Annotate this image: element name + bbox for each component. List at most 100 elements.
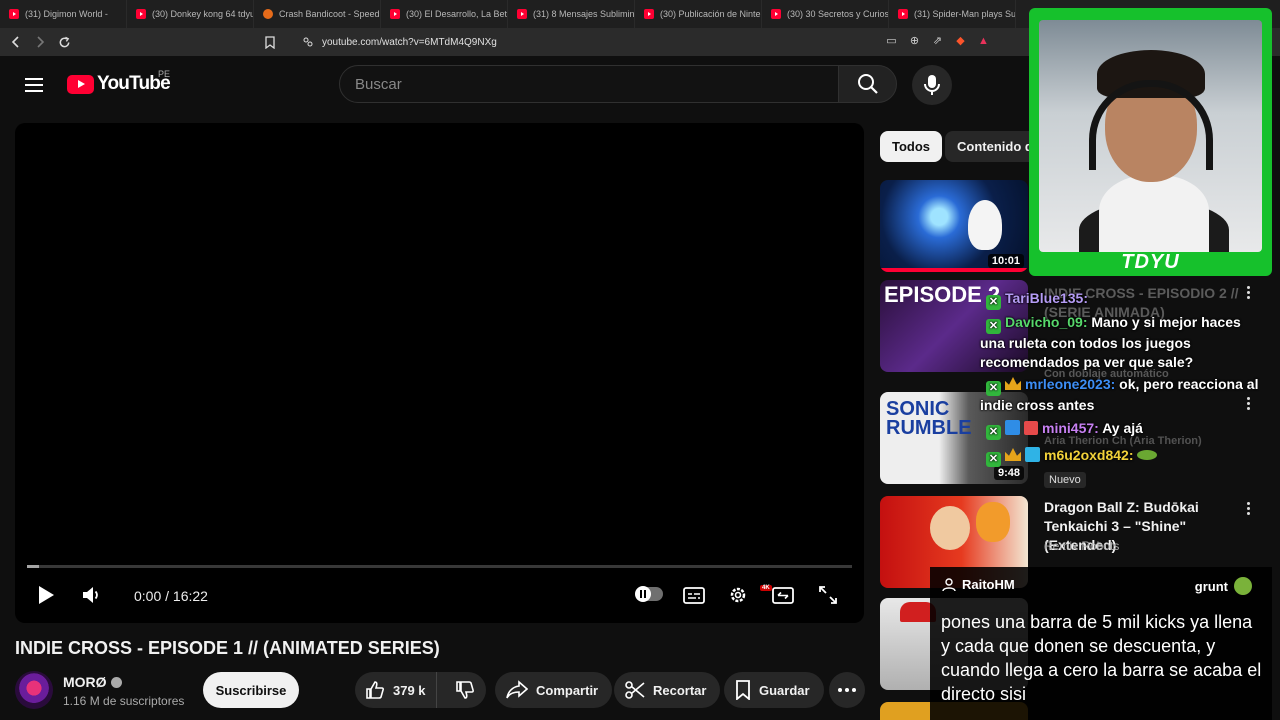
more-dots-icon	[838, 688, 856, 692]
screen: (31) Digimon World - (30) Donkey kong 64…	[0, 0, 1280, 720]
bookmark-icon[interactable]	[264, 35, 276, 49]
video-player[interactable]: 0:00 / 16:22 4K	[15, 123, 864, 623]
youtube-favicon-icon	[771, 9, 781, 19]
volume-button[interactable]	[80, 583, 104, 607]
search-button[interactable]	[838, 65, 897, 103]
chat-text: Ay ajá	[1102, 420, 1143, 436]
chat-username: mini457:	[1042, 420, 1099, 436]
user-icon	[942, 577, 956, 591]
progress-played	[27, 565, 39, 568]
card-tag-text: grunt	[1194, 578, 1228, 594]
chip-content[interactable]: Contenido d	[945, 131, 1040, 162]
miniplayer-icon	[772, 586, 794, 604]
brave-shield-icon[interactable]: ◆	[953, 33, 968, 48]
youtube-favicon-icon	[9, 9, 19, 19]
search-input[interactable]: Buscar	[339, 65, 839, 103]
recommended-thumbnail[interactable]: 10:01	[880, 180, 1028, 272]
tab-label: Crash Bandicoot - Speedr	[279, 9, 381, 19]
chat-username: mrleone2023:	[1025, 376, 1116, 392]
menu-icon[interactable]	[22, 73, 46, 97]
browser-tab[interactable]: (31) Spider-Man plays Sup	[889, 0, 1016, 28]
rabbit-figure	[968, 200, 1002, 250]
browser-tab[interactable]: (30) Donkey kong 64 tdyu	[127, 0, 254, 28]
tab-label: (30) 30 Secretos y Curiosic	[787, 9, 889, 19]
save-button[interactable]: Guardar	[724, 672, 824, 708]
time-display: 0:00 / 16:22	[134, 588, 208, 604]
browser-tab[interactable]: (30) 30 Secretos y Curiosic	[762, 0, 889, 28]
progress-bar[interactable]	[27, 565, 852, 568]
miniplayer-button[interactable]	[771, 583, 795, 607]
scissors-icon	[625, 681, 645, 699]
youtube-favicon-icon	[390, 9, 400, 19]
browser-tab[interactable]: Crash Bandicoot - Speedr	[254, 0, 381, 28]
chat-message: ✕ mrleone2023: ok, pero reacciona al indi…	[980, 375, 1264, 415]
browser-tab[interactable]: (30) Publicación de Ninter	[635, 0, 762, 28]
volume-icon	[83, 587, 98, 603]
youtube-favicon-icon	[517, 9, 527, 19]
webcam-feed	[1039, 20, 1262, 252]
video-title: INDIE CROSS - EPISODE 1 // (ANIMATED SER…	[15, 638, 440, 658]
clip-button[interactable]: Recortar	[614, 672, 721, 708]
chat-message: ✕ TariBlue135:	[980, 289, 1264, 310]
streamer-webcam: TDYU	[1029, 8, 1272, 276]
reload-button[interactable]	[54, 32, 74, 52]
subtitles-button[interactable]	[682, 583, 706, 607]
forward-button[interactable]	[30, 32, 50, 52]
tab-label: (31) 8 Mensajes Sublimina	[533, 9, 635, 19]
recommended-channel[interactable]: Remix Robots	[1044, 539, 1119, 553]
card-message: pones una barra de 5 mil kicks ya llena …	[941, 612, 1262, 704]
kick-badge-icon: ✕	[986, 381, 1001, 396]
microphone-icon	[924, 75, 940, 95]
autoplay-toggle[interactable]	[635, 586, 663, 602]
browser-tab[interactable]: (31) 8 Mensajes Sublimina	[508, 0, 635, 28]
youtube-favicon-icon	[644, 9, 654, 19]
chip-all[interactable]: Todos	[880, 131, 943, 162]
reload-icon	[59, 36, 69, 47]
youtube-favicon-icon	[898, 9, 908, 19]
video-duration: 9:48	[993, 466, 1024, 480]
play-button[interactable]	[35, 583, 57, 607]
share-button[interactable]: Compartir	[495, 672, 613, 708]
forward-arrow-icon	[37, 36, 45, 48]
settings-button[interactable]	[726, 583, 750, 607]
rewards-icon[interactable]: ▲	[976, 33, 991, 48]
like-button[interactable]: 379 k	[355, 672, 437, 708]
zoom-icon[interactable]: ⊕	[907, 33, 922, 48]
frog-emote-icon	[1137, 450, 1158, 460]
voice-search-button[interactable]	[912, 65, 952, 105]
chat-username: TariBlue135:	[1005, 290, 1088, 306]
share-arrow-icon	[506, 680, 528, 699]
chat-username: m6u2oxd842:	[1044, 447, 1134, 463]
channel-name[interactable]: MORØ	[63, 674, 107, 690]
channel-name-row[interactable]: MORØ	[63, 674, 122, 690]
site-info-icon[interactable]	[302, 36, 314, 48]
browser-tab[interactable]: (31) Digimon World -	[0, 0, 127, 28]
dislike-button[interactable]	[445, 680, 486, 700]
browser-tab[interactable]: (30) El Desarrollo, La Beta	[381, 0, 508, 28]
more-actions-button[interactable]	[829, 672, 865, 708]
country-code: PE	[158, 69, 171, 79]
save-bookmark-icon	[736, 680, 750, 700]
youtube-logo[interactable]: YouTube PE	[67, 69, 171, 95]
new-badge: Nuevo	[1044, 472, 1086, 488]
share-label: Compartir	[536, 682, 599, 698]
gifter-badge-icon	[1024, 421, 1038, 435]
subscribe-button[interactable]: Suscribirse	[203, 672, 299, 708]
thumbnail-sonic-art: SONIC RUMBLE	[886, 398, 972, 439]
kick-badge-icon: ✕	[986, 452, 1001, 467]
quality-badge: 4K	[760, 585, 772, 591]
save-label: Guardar	[759, 682, 810, 698]
back-arrow-icon	[11, 36, 19, 48]
subtitles-icon	[683, 586, 705, 604]
cast-icon[interactable]: ▭	[884, 33, 899, 48]
channel-avatar[interactable]	[15, 671, 53, 709]
back-button[interactable]	[6, 32, 26, 52]
chat-message: ✕ m6u2oxd842:	[980, 446, 1264, 467]
thumbs-down-icon	[456, 681, 475, 699]
fullscreen-button[interactable]	[816, 583, 840, 607]
item-menu-button[interactable]	[1238, 498, 1258, 518]
character-face	[930, 506, 970, 550]
verified-icon	[110, 677, 122, 688]
share-icon[interactable]: ⇗	[930, 33, 945, 48]
card-username: RaitoHM	[962, 577, 1015, 592]
